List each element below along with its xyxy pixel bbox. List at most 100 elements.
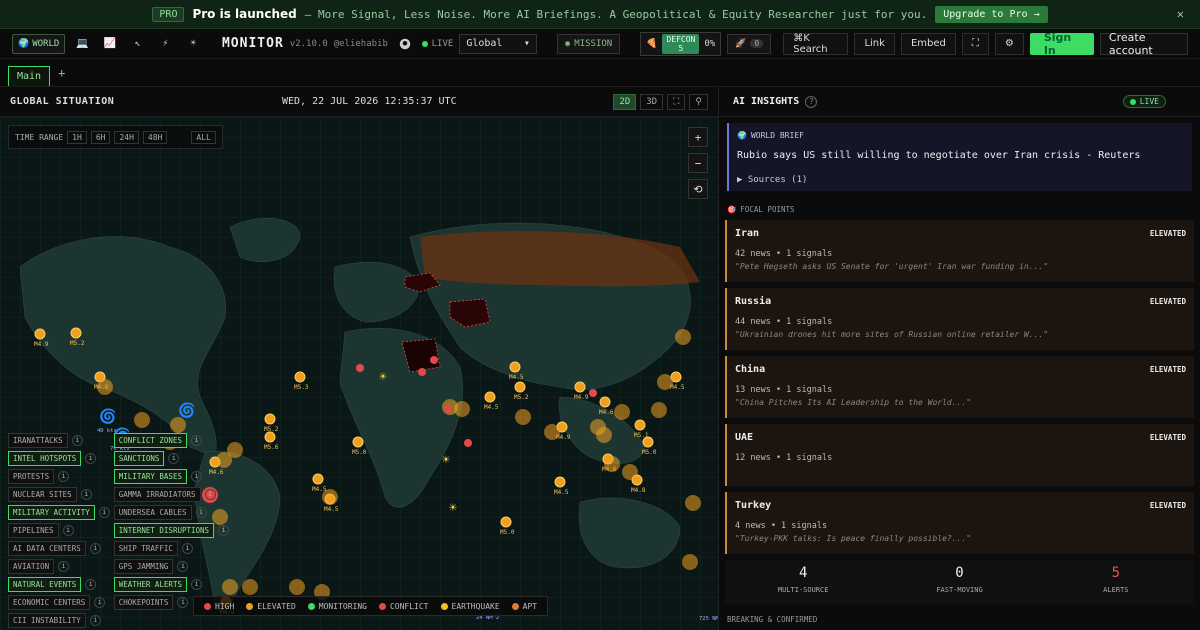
alerts-button[interactable]: 🚀 0	[727, 33, 772, 54]
elevated-hotspot-marker[interactable]	[242, 579, 258, 595]
high-alert-marker[interactable]	[589, 389, 597, 397]
zoom-out-button[interactable]: −	[688, 153, 708, 173]
info-icon[interactable]: i	[177, 596, 189, 608]
earthquake-marker[interactable]	[484, 391, 496, 403]
layer-chip[interactable]: INTERNET DISRUPTIONS	[113, 522, 215, 538]
info-icon[interactable]: i	[80, 488, 92, 500]
info-icon[interactable]: i	[190, 434, 202, 446]
info-icon[interactable]: i	[94, 596, 106, 608]
earthquake-marker[interactable]	[312, 473, 324, 485]
info-icon[interactable]: i	[168, 452, 180, 464]
search-button[interactable]: ⌘K Search	[783, 32, 849, 55]
cyclone-icon[interactable]: 🌀	[99, 407, 116, 425]
sign-in-button[interactable]: Sign In	[1029, 31, 1094, 57]
layer-chip[interactable]: IRANATTACKS	[8, 432, 68, 448]
sources-toggle[interactable]: ▶ Sources (1)	[737, 175, 1184, 185]
high-alert-marker[interactable]	[464, 439, 472, 447]
layer-chip[interactable]: NATURAL EVENTS	[8, 576, 82, 592]
github-icon[interactable]	[394, 34, 416, 54]
layer-chip[interactable]: MILITARY BASES	[113, 468, 187, 484]
info-icon[interactable]: i	[58, 560, 70, 572]
elevated-hotspot-marker[interactable]	[657, 374, 673, 390]
elevated-hotspot-marker[interactable]	[604, 456, 620, 472]
variant-finance-button[interactable]: 📈	[99, 34, 121, 54]
view-3d-toggle[interactable]: 3D	[640, 93, 664, 110]
focal-point-card[interactable]: Russia ELEVATED 44 news • 1 signals "Ukrain…	[725, 288, 1194, 350]
earthquake-marker[interactable]	[264, 431, 276, 443]
zoom-in-button[interactable]: +	[688, 127, 708, 147]
earthquake-marker[interactable]	[352, 436, 364, 448]
fullscreen-icon[interactable]: ⛶	[961, 32, 989, 55]
elevated-hotspot-marker[interactable]	[322, 489, 338, 505]
info-icon[interactable]: i	[195, 506, 207, 518]
elevated-hotspot-marker[interactable]	[651, 402, 667, 418]
create-account-button[interactable]: Create account	[1099, 31, 1189, 57]
high-alert-marker[interactable]	[418, 368, 426, 376]
earthquake-marker[interactable]	[574, 381, 586, 393]
time-range-all[interactable]: ALL	[191, 130, 216, 144]
link-button[interactable]: Link	[854, 32, 895, 55]
focal-point-card[interactable]: China ELEVATED 13 news • 1 signals "China P…	[725, 356, 1194, 418]
close-icon[interactable]: ✕	[1177, 7, 1184, 21]
mission-button[interactable]: ◉ MISSION	[556, 33, 621, 54]
info-icon[interactable]: i	[89, 542, 101, 554]
info-icon[interactable]: i	[62, 524, 74, 536]
focal-point-card[interactable]: UAE ELEVATED 12 news • 1 signals	[725, 424, 1194, 486]
earthquake-marker[interactable]	[634, 419, 646, 431]
elevated-hotspot-marker[interactable]	[97, 379, 113, 395]
layer-chip[interactable]: SHIP TRAFFIC	[113, 540, 178, 556]
gear-icon[interactable]: ⚙	[994, 32, 1024, 55]
high-alert-marker[interactable]	[356, 364, 364, 372]
elevated-hotspot-marker[interactable]	[596, 427, 612, 443]
earthquake-marker[interactable]	[599, 396, 611, 408]
layer-chip[interactable]: AVIATION	[8, 558, 55, 574]
info-icon[interactable]: i	[85, 578, 97, 590]
defcon-indicator[interactable]: 🍕 DEFCON 5 0%	[640, 31, 722, 56]
layer-chip[interactable]: CII INSTABILITY	[8, 612, 86, 628]
tab-main[interactable]: Main	[8, 66, 51, 86]
elevated-hotspot-marker[interactable]	[289, 579, 305, 595]
layer-chip[interactable]: MILITARY ACTIVITY	[8, 504, 95, 520]
reset-view-button[interactable]: ⟲	[688, 179, 708, 199]
info-icon[interactable]: i	[177, 560, 189, 572]
layer-chip[interactable]: SANCTIONS	[113, 450, 165, 466]
elevated-hotspot-marker[interactable]	[622, 464, 638, 480]
info-icon[interactable]: i	[190, 470, 202, 482]
add-tab-icon[interactable]: +	[58, 66, 65, 86]
elevated-hotspot-marker[interactable]	[614, 404, 630, 420]
layer-chip[interactable]: INTEL HOTSPOTS	[8, 450, 82, 466]
time-range-1h[interactable]: 1H	[67, 130, 87, 144]
cyclone-icon[interactable]: 🌀	[178, 401, 195, 419]
elevated-hotspot-marker[interactable]	[544, 424, 560, 440]
layer-chip[interactable]: PROTESTS	[8, 468, 55, 484]
earthquake-marker[interactable]	[264, 413, 276, 425]
heat-alert-icon[interactable]: ☀	[449, 501, 457, 516]
layer-chip[interactable]: ECONOMIC CENTERS	[8, 594, 91, 610]
earthquake-marker[interactable]	[509, 361, 521, 373]
earthquake-marker[interactable]	[70, 327, 82, 339]
elevated-hotspot-marker[interactable]	[454, 401, 470, 417]
info-icon[interactable]: i	[204, 488, 216, 500]
elevated-hotspot-marker[interactable]	[675, 329, 691, 345]
variant-happy-button[interactable]: ☀	[182, 34, 204, 54]
layer-chip[interactable]: GAMMA IRRADIATORS	[113, 486, 201, 502]
heat-alert-icon[interactable]: ☀	[379, 370, 387, 385]
earthquake-marker[interactable]	[500, 516, 512, 528]
elevated-hotspot-marker[interactable]	[682, 554, 698, 570]
layer-chip[interactable]: NUCLEAR SITES	[8, 486, 77, 502]
variant-energy-button[interactable]: ⚡	[155, 34, 177, 54]
time-range-6h[interactable]: 6H	[90, 130, 111, 144]
earthquake-marker[interactable]	[642, 436, 654, 448]
layer-chip[interactable]: AI DATA CENTERS	[8, 540, 86, 556]
time-range-48h[interactable]: 48H	[142, 130, 168, 144]
earthquake-marker[interactable]	[554, 476, 566, 488]
region-select[interactable]: Global ▾	[459, 33, 537, 54]
variant-tech-button[interactable]: 💻	[71, 34, 93, 54]
high-alert-marker[interactable]	[430, 356, 438, 364]
embed-button[interactable]: Embed	[900, 32, 956, 55]
info-icon[interactable]: i	[71, 434, 83, 446]
layer-chip[interactable]: PIPELINES	[8, 522, 59, 538]
layer-chip[interactable]: WEATHER ALERTS	[113, 576, 187, 592]
earthquake-marker[interactable]	[34, 328, 46, 340]
info-icon[interactable]: i	[218, 524, 230, 536]
